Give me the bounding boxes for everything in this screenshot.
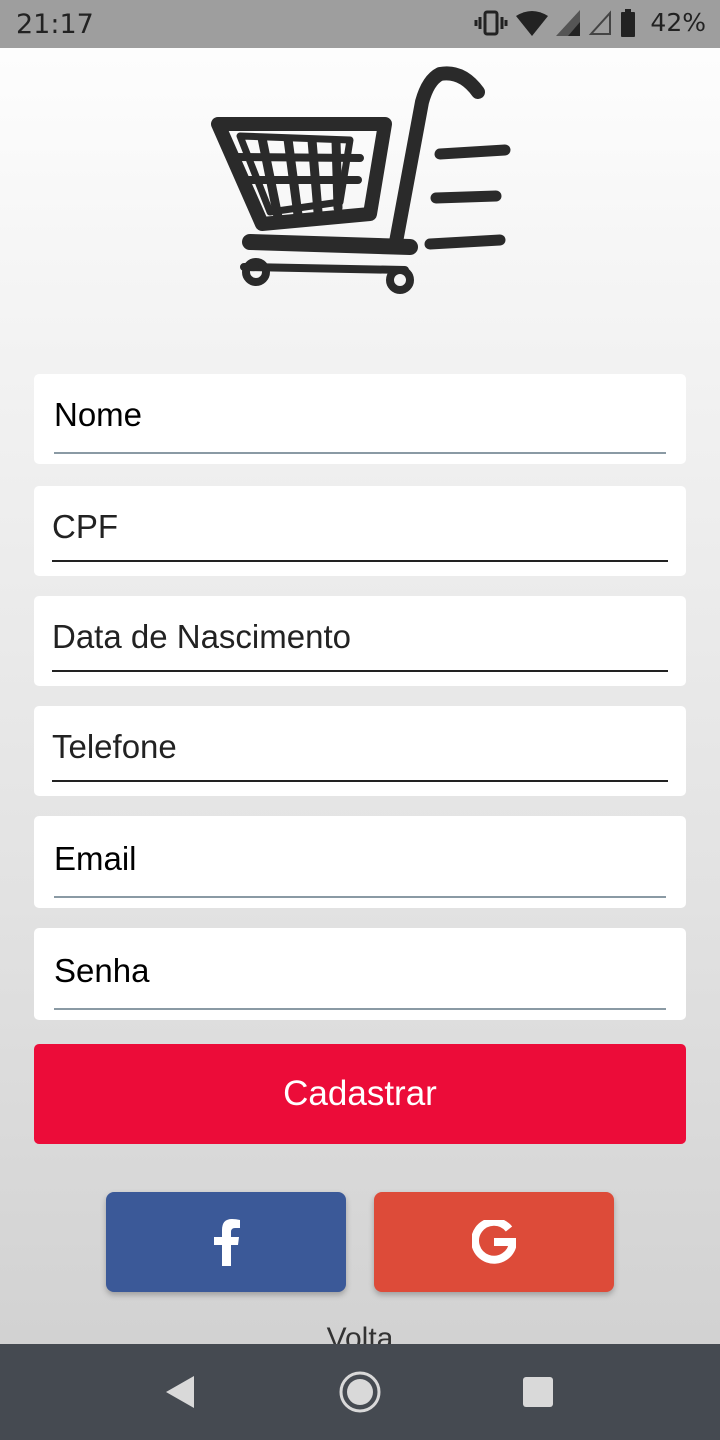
vibrate-icon (474, 10, 508, 35)
facebook-login-button[interactable] (106, 1192, 346, 1292)
cpf-label: CPF (52, 508, 118, 545)
cpf-field[interactable]: CPF (34, 486, 686, 576)
senha-underline (54, 1008, 666, 1010)
email-label: Email (54, 840, 137, 877)
nome-underline (54, 452, 666, 454)
telefone-underline (52, 780, 668, 782)
telefone-label: Telefone (52, 728, 177, 765)
signal-icon (556, 9, 581, 36)
battery-icon (621, 8, 636, 37)
nascimento-field[interactable]: Data de Nascimento (34, 596, 686, 686)
senha-label: Senha (54, 952, 150, 989)
nome-field[interactable]: Nome (34, 374, 686, 464)
senha-field[interactable]: Senha (34, 928, 686, 1020)
battery-percent: 42% (650, 8, 706, 37)
cadastrar-button[interactable]: Cadastrar (34, 1044, 686, 1144)
back-icon[interactable] (158, 1370, 202, 1414)
home-icon[interactable] (338, 1370, 382, 1414)
recents-icon[interactable] (516, 1370, 560, 1414)
nascimento-underline (52, 670, 668, 672)
google-icon (472, 1220, 516, 1264)
nome-label: Nome (54, 396, 143, 433)
wifi-icon (516, 10, 549, 36)
email-underline (54, 896, 666, 898)
status-time: 21:17 (16, 9, 94, 40)
cpf-underline (52, 560, 668, 562)
email-field[interactable]: Email (34, 816, 686, 908)
navigation-bar (0, 1344, 720, 1440)
telefone-field[interactable]: Telefone (34, 706, 686, 796)
status-icons: 42% (474, 8, 706, 37)
facebook-icon (214, 1219, 240, 1266)
nascimento-label: Data de Nascimento (52, 618, 351, 655)
signal-empty-icon (589, 9, 612, 35)
google-login-button[interactable] (374, 1192, 614, 1292)
status-bar: 21:17 42% (0, 0, 720, 48)
shopping-cart-icon (211, 66, 511, 294)
